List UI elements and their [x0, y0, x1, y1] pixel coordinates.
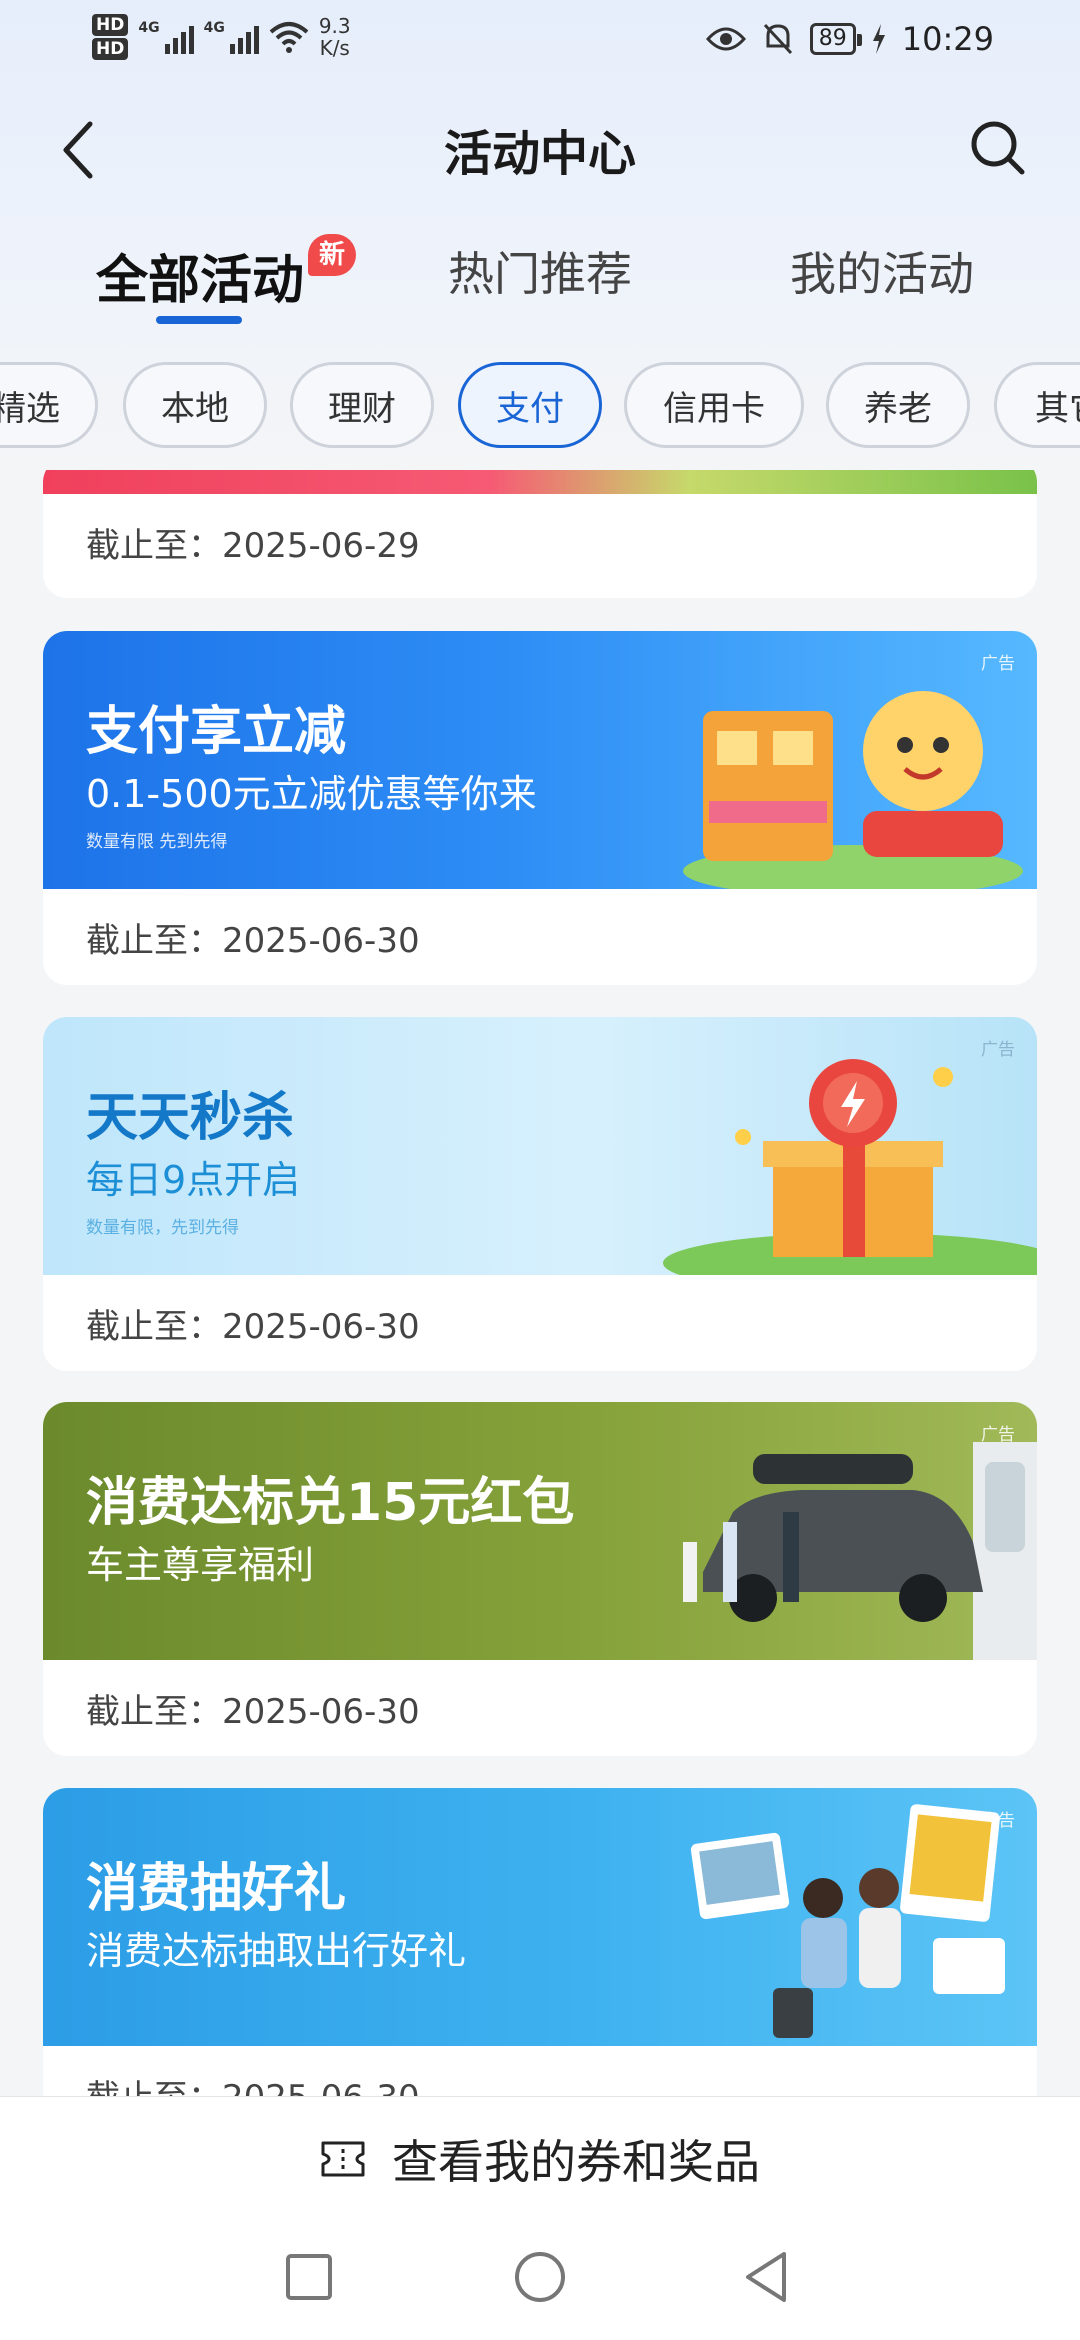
chip-other[interactable]: 其它: [994, 362, 1080, 448]
mute-bell-icon: [763, 23, 792, 55]
tab-all-label: 全部活动: [96, 251, 305, 311]
activity-deadline: 截止至：2025-06-29: [86, 526, 420, 566]
tab-hot-label: 热门推荐: [448, 247, 632, 301]
page-title: 活动中心: [443, 126, 636, 182]
category-filter-bar: 精选 本地 理财 支付 信用卡 养老 其它: [0, 362, 1080, 448]
tab-all-activities[interactable]: 全部活动: [96, 238, 304, 313]
activity-banner: 消费达标兑15元红包 车主尊享福利 广告: [43, 1402, 1037, 1660]
search-icon[interactable]: [968, 118, 1028, 178]
activity-title: 消费达标兑15元红包: [86, 1473, 575, 1533]
status-bar: HD HD 4G 4G 9.3 K/s 89 10:29: [0, 0, 1080, 84]
system-back-icon[interactable]: [734, 2242, 804, 2312]
hd1-label: HD: [92, 14, 129, 36]
network-speed: 9.3 K/s: [319, 15, 351, 59]
hd2-label: HD: [92, 38, 129, 60]
activity-title: 天天秒杀: [86, 1088, 295, 1148]
activity-subtitle: 每日9点开启: [86, 1158, 301, 1202]
speed-value: 9.3: [318, 14, 351, 38]
shop-mascot-illustration: [683, 691, 1023, 889]
activity-banner: 支付享立减 0.1-500元立减优惠等你来 数量有限 先到先得 广告: [43, 631, 1037, 889]
activity-subtitle: 车主尊享福利: [86, 1543, 315, 1587]
eye-icon: [705, 27, 746, 51]
activity-deadline: 截止至：2025-06-30: [86, 921, 420, 961]
battery-indicator: 89: [809, 23, 862, 55]
activity-deadline: 截止至：2025-06-30: [86, 1692, 420, 1732]
activity-note: 数量有限 先到先得: [86, 832, 228, 852]
signal-icon-sim2: 4G: [204, 20, 259, 54]
chip-local[interactable]: 本地: [123, 362, 267, 448]
clock: 10:29: [901, 20, 994, 58]
activity-deadline: 截止至：2025-06-30: [86, 1307, 420, 1347]
chip-pension[interactable]: 养老: [826, 362, 970, 448]
speed-unit: K/s: [319, 36, 350, 60]
activity-deadline: 截止至：2025-06-30: [86, 2070, 420, 2096]
wifi-icon: [269, 22, 309, 53]
activity-subtitle: 0.1-500元立减优惠等你来: [86, 772, 537, 816]
activity-card[interactable]: 支付享立减 0.1-500元立减优惠等你来 数量有限 先到先得 广告 截止至：2…: [43, 631, 1037, 985]
tab-my-activities[interactable]: 我的活动: [790, 238, 974, 304]
hd-indicators: HD HD: [92, 14, 129, 60]
travel-couple-illustration: [690, 1804, 1005, 2038]
activity-card[interactable]: 消费抽好礼 消费达标抽取出行好礼 广告 截止至：2025-06-30: [43, 1788, 1037, 2096]
network-type-2: 4G: [203, 20, 225, 36]
activity-subtitle: 消费达标抽取出行好礼: [86, 1929, 467, 1973]
home-icon[interactable]: [505, 2242, 575, 2312]
activity-banner: 天天秒杀 每日9点开启 数量有限，先到先得 广告: [43, 1017, 1037, 1275]
recent-apps-icon[interactable]: [274, 2242, 344, 2312]
activity-banner-partial: [43, 470, 1037, 494]
activity-list: 截止至：2025-06-29 支付享立减 0.1-500元立减优惠等你来 数量有…: [0, 470, 1080, 2096]
charging-icon: [872, 24, 885, 54]
active-tab-indicator: [156, 316, 242, 324]
activity-title: 消费抽好礼: [86, 1859, 347, 1919]
system-navigation-bar: [0, 2220, 1080, 2340]
view-coupons-label: 查看我的券和奖品: [392, 2134, 760, 2189]
chip-credit-card[interactable]: 信用卡: [624, 362, 804, 448]
new-badge: 新: [308, 234, 356, 276]
signal-icon-sim1: 4G: [138, 20, 194, 54]
chip-payment[interactable]: 支付: [458, 362, 602, 448]
activity-banner: 消费抽好礼 消费达标抽取出行好礼 广告: [43, 1788, 1037, 2046]
tab-bar: 全部活动 新 热门推荐 我的活动: [0, 234, 1080, 328]
chip-wealth[interactable]: 理财: [290, 362, 434, 448]
tab-my-label: 我的活动: [790, 247, 974, 301]
activity-card[interactable]: 截止至：2025-06-29: [43, 470, 1037, 598]
activity-card[interactable]: 天天秒杀 每日9点开启 数量有限，先到先得 广告 截止至：2025-06-30: [43, 1017, 1037, 1371]
view-coupons-button[interactable]: 查看我的券和奖品: [0, 2096, 1080, 2220]
car-family-illustration: [683, 1442, 1037, 1660]
activity-title: 支付享立减: [86, 702, 347, 762]
chip-featured[interactable]: 精选: [0, 362, 98, 448]
coupon-icon: [321, 2141, 365, 2176]
network-type-1: 4G: [138, 20, 160, 36]
gift-box-illustration: [663, 1059, 1037, 1275]
activity-card[interactable]: 消费达标兑15元红包 车主尊享福利 广告 截止至：2025-06-30: [43, 1402, 1037, 1756]
activity-note: 数量有限，先到先得: [86, 1218, 239, 1238]
tab-hot-recommendations[interactable]: 热门推荐: [448, 238, 632, 304]
